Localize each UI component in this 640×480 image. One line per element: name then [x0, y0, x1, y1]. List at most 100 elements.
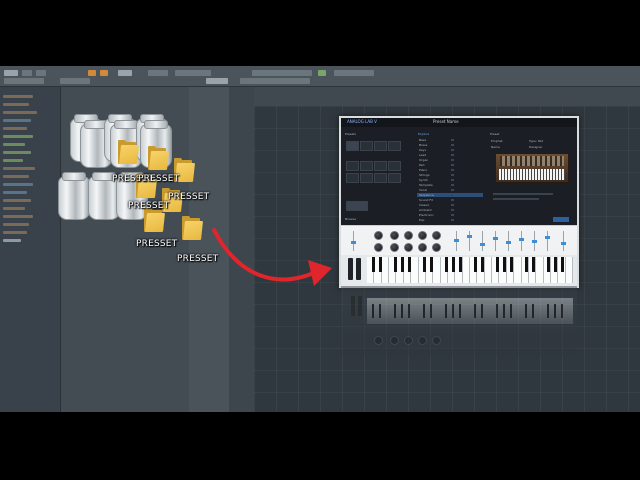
knob[interactable]: [418, 231, 427, 240]
list-item[interactable]: Electronic: [417, 213, 483, 217]
black-key[interactable]: [525, 257, 528, 272]
fader[interactable]: [532, 231, 537, 251]
black-key[interactable]: [401, 257, 404, 272]
black-key[interactable]: [372, 257, 375, 272]
black-key[interactable]: [459, 257, 462, 272]
black-key[interactable]: [394, 257, 397, 272]
plugin-window[interactable]: ANALOG LAB V Preset Name Presets Browse …: [339, 116, 579, 288]
toolbar-button[interactable]: [22, 70, 32, 76]
list-item[interactable]: Classic: [417, 203, 483, 207]
black-key[interactable]: [445, 257, 448, 272]
toolbar-button[interactable]: [240, 78, 310, 84]
knob[interactable]: [374, 243, 383, 252]
toolbar-button[interactable]: [206, 78, 228, 84]
mod-wheel[interactable]: [356, 258, 361, 280]
browser-panel[interactable]: [0, 87, 61, 412]
list-item[interactable]: Brass: [417, 143, 483, 147]
fader[interactable]: [493, 231, 498, 251]
playlist-header[interactable]: [254, 87, 640, 106]
black-key[interactable]: [430, 257, 433, 272]
menu-button[interactable]: [4, 70, 18, 76]
toolbar-button[interactable]: [4, 78, 44, 84]
list-item[interactable]: Organ: [417, 158, 483, 162]
fader[interactable]: [467, 231, 472, 251]
knob[interactable]: [390, 243, 399, 252]
list-item[interactable]: Vocal: [417, 188, 483, 192]
browser-item[interactable]: [3, 111, 37, 114]
knob[interactable]: [404, 231, 413, 240]
filter-chip[interactable]: [388, 141, 401, 151]
black-key[interactable]: [379, 257, 382, 272]
browser-item[interactable]: [3, 143, 25, 146]
knob[interactable]: [432, 231, 441, 240]
filter-chip[interactable]: [346, 141, 359, 151]
pitch-wheel[interactable]: [348, 258, 353, 280]
list-item[interactable]: Synth: [417, 178, 483, 182]
filter-chip[interactable]: [360, 173, 373, 183]
black-key[interactable]: [510, 257, 513, 272]
black-key[interactable]: [408, 257, 411, 272]
browser-item[interactable]: [3, 175, 29, 178]
list-item[interactable]: Piano: [417, 168, 483, 172]
list-item[interactable]: Pad: [417, 163, 483, 167]
browser-item-selected[interactable]: [3, 239, 21, 242]
toolbar-button[interactable]: [334, 70, 374, 76]
fader[interactable]: [351, 231, 356, 251]
black-key[interactable]: [474, 257, 477, 272]
black-key[interactable]: [496, 257, 499, 272]
black-key[interactable]: [423, 257, 426, 272]
browser-item[interactable]: [3, 199, 31, 202]
filter-chip[interactable]: [346, 173, 359, 183]
browser-item[interactable]: [3, 215, 33, 218]
list-item[interactable]: Keys: [417, 148, 483, 152]
black-key[interactable]: [532, 257, 535, 272]
knob[interactable]: [374, 231, 383, 240]
fader[interactable]: [519, 231, 524, 251]
toolbar-button[interactable]: [60, 78, 90, 84]
list-item[interactable]: Ambient: [417, 208, 483, 212]
filter-chip[interactable]: [346, 201, 368, 211]
preset-list[interactable]: Explore Bass Brass Keys Lead Organ Pad P…: [417, 131, 483, 222]
list-item[interactable]: Bass: [417, 138, 483, 142]
browser-item[interactable]: [3, 135, 33, 138]
filter-chip[interactable]: [346, 161, 359, 171]
black-key[interactable]: [503, 257, 506, 272]
browser-item[interactable]: [3, 95, 33, 98]
knob[interactable]: [404, 243, 413, 252]
list-item[interactable]: Strings: [417, 173, 483, 177]
fader[interactable]: [561, 231, 566, 251]
list-item[interactable]: Lead: [417, 153, 483, 157]
browser-item[interactable]: [3, 191, 27, 194]
browser-item[interactable]: [3, 119, 31, 122]
filter-chip[interactable]: [388, 173, 401, 183]
filter-chip[interactable]: [388, 161, 401, 171]
browser-item[interactable]: [3, 167, 35, 170]
list-item[interactable]: Template: [417, 183, 483, 187]
browser-item[interactable]: [3, 151, 31, 154]
fader[interactable]: [506, 231, 511, 251]
browser-item[interactable]: [3, 231, 27, 234]
play-button[interactable]: [100, 70, 108, 76]
browser-item[interactable]: [3, 207, 25, 210]
knob[interactable]: [390, 231, 399, 240]
fader[interactable]: [480, 231, 485, 251]
browser-item[interactable]: [3, 103, 29, 106]
filter-chip[interactable]: [360, 161, 373, 171]
knob[interactable]: [418, 243, 427, 252]
black-key[interactable]: [452, 257, 455, 272]
keyboard-icon[interactable]: [341, 255, 577, 286]
list-item-selected[interactable]: Sequence: [417, 193, 483, 197]
tempo-display[interactable]: [148, 70, 168, 76]
filter-chip[interactable]: [374, 161, 387, 171]
browser-item[interactable]: [3, 223, 29, 226]
fader[interactable]: [545, 231, 550, 251]
pattern-button[interactable]: [118, 70, 132, 76]
black-key[interactable]: [481, 257, 484, 272]
list-item[interactable]: Sound FX: [417, 198, 483, 202]
preset-name-bar[interactable]: Preset Name: [433, 119, 459, 124]
browser-item[interactable]: [3, 183, 33, 186]
filter-chip[interactable]: [374, 141, 387, 151]
black-key[interactable]: [561, 257, 564, 272]
black-key[interactable]: [547, 257, 550, 272]
fader[interactable]: [454, 231, 459, 251]
